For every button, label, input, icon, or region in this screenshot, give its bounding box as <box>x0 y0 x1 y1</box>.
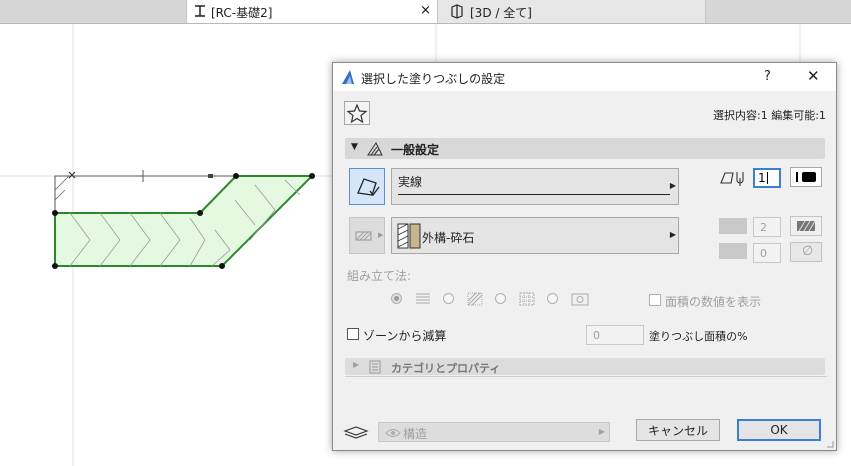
expand-arrow-icon: ▶ <box>353 360 360 369</box>
general-settings-label: 一般設定 <box>391 143 440 157</box>
hatch-pattern-icon <box>797 220 816 232</box>
chevron-right-icon: ▶ <box>669 230 676 239</box>
pen-color-button[interactable] <box>790 167 822 187</box>
layer-icon <box>343 426 369 439</box>
selection-info: 選択内容:1 編集可能:1 <box>713 109 826 122</box>
show-area-checkbox[interactable] <box>649 294 661 306</box>
method-radio-grid[interactable] <box>495 293 506 304</box>
category-properties-label: カテゴリとプロパティ <box>391 362 501 375</box>
chevron-small-icon: ▶ <box>378 231 384 239</box>
line-type-label: 実線 <box>398 175 423 189</box>
category-properties-header[interactable]: ▶ カテゴリとプロパティ <box>345 358 825 375</box>
lines-method-icon <box>416 293 430 304</box>
percent-value: 0 <box>593 328 600 342</box>
dialog-title: 選択した塗りつぶしの設定 <box>361 72 506 86</box>
percent-input[interactable]: 0 <box>586 325 644 345</box>
fill-pen-icon <box>357 178 380 197</box>
method-radio-image[interactable] <box>547 293 558 304</box>
fill-pen-value: 2 <box>760 220 767 234</box>
hatch-method-icon <box>467 292 483 306</box>
dialog-titlebar[interactable]: 選択した塗りつぶしの設定 ? ✕ <box>333 63 836 91</box>
eye-icon <box>385 429 401 437</box>
tab-section-view[interactable]: [RC-基礎2] × <box>186 0 438 23</box>
favorites-button[interactable] <box>344 101 370 125</box>
method-radio-hatch[interactable] <box>443 293 454 304</box>
tab-label: [RC-基礎2] <box>211 6 273 20</box>
chevron-right-icon: ▶ <box>669 181 676 190</box>
section-icon <box>193 4 207 18</box>
ok-button[interactable]: OK <box>737 419 821 441</box>
cancel-label: キャンセル <box>647 423 708 438</box>
line-preview <box>398 194 670 195</box>
percent-label: 塗りつぶし面積の% <box>649 330 748 343</box>
background-pen-input[interactable]: 0 <box>753 243 781 263</box>
gravel-fill-icon <box>397 223 421 249</box>
tab-3d-view[interactable]: [3D / 全て] <box>438 0 706 23</box>
pen-icon <box>720 172 744 186</box>
show-area-label: 面積の数値を表示 <box>665 295 762 309</box>
help-button[interactable]: ? <box>764 69 771 84</box>
fill-settings-icon <box>367 142 383 156</box>
zone-subtract-checkbox[interactable] <box>347 328 359 340</box>
zone-subtract-label: ゾーンから減算 <box>363 329 447 343</box>
bg-pen-icon-disabled <box>719 243 747 259</box>
tab-label: [3D / 全て] <box>470 6 532 20</box>
ok-label: OK <box>770 423 788 437</box>
image-method-icon <box>571 293 589 306</box>
cancel-button[interactable]: キャンセル <box>636 419 720 441</box>
layer-dropdown[interactable]: 構造 ▶ <box>378 422 610 442</box>
fill-polygon[interactable] <box>54 175 315 267</box>
pen-number-value: 1 <box>758 171 766 185</box>
pen-color-swatch <box>796 172 798 182</box>
section-divider <box>345 376 827 377</box>
text-cursor <box>766 172 768 184</box>
collapse-arrow-icon: ▼ <box>351 142 358 152</box>
background-color-button[interactable]: ∅ <box>790 242 822 262</box>
fill-pen-icon-disabled <box>719 218 747 234</box>
star-icon <box>346 103 368 124</box>
document-icon <box>369 360 381 374</box>
fill-settings-dialog: 選択した塗りつぶしの設定 ? ✕ 選択内容:1 編集可能:1 ▼ 一般設定 実線… <box>332 62 837 451</box>
archicad-logo-icon <box>341 69 355 85</box>
line-type-dropdown[interactable]: 実線 ▶ <box>391 168 679 205</box>
resize-grip-icon[interactable] <box>826 440 834 448</box>
fill-pattern-button[interactable] <box>790 216 822 236</box>
fill-tool-button[interactable] <box>349 168 385 205</box>
general-settings-header[interactable]: ▼ 一般設定 <box>345 138 825 159</box>
fill-type-dropdown[interactable]: 外構-砕石 ▶ <box>391 217 679 254</box>
background-pen-value: 0 <box>760 246 767 260</box>
construction-method-label: 組み立て法: <box>347 269 412 283</box>
layer-name: 構造 <box>403 427 428 441</box>
chevron-right-icon: ▶ <box>598 427 605 436</box>
fill-pen-input[interactable]: 2 <box>753 217 781 237</box>
fill-name-label: 外構-砕石 <box>422 231 475 245</box>
empty-set-icon: ∅ <box>802 244 814 259</box>
3d-icon <box>450 4 464 19</box>
tab-bar: [RC-基礎2] × [3D / 全て] <box>0 0 851 24</box>
method-radio-lines[interactable] <box>391 293 402 304</box>
close-tab-icon[interactable]: × <box>420 3 431 18</box>
pen-color-fill <box>802 172 816 182</box>
close-dialog-button[interactable]: ✕ <box>807 67 820 85</box>
grid-method-icon <box>519 292 535 306</box>
pen-number-input[interactable]: 1 <box>753 168 781 188</box>
